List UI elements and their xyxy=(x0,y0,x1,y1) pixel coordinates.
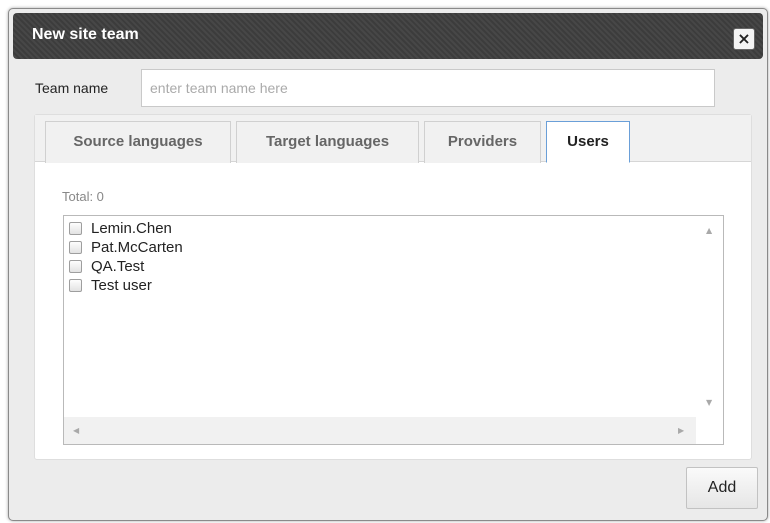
users-list: Lemin.Chen Pat.McCarten QA.Test Test use… xyxy=(64,219,183,295)
users-listbox[interactable]: Lemin.Chen Pat.McCarten QA.Test Test use… xyxy=(63,215,724,445)
checkbox-icon[interactable] xyxy=(69,222,82,235)
vertical-scrollbar[interactable]: ▲ ▼ xyxy=(696,216,723,418)
tab-users[interactable]: Users xyxy=(546,121,630,163)
dialog-title: New site team xyxy=(32,26,139,43)
list-item[interactable]: QA.Test xyxy=(64,257,183,276)
scrollbar-corner xyxy=(696,417,723,444)
checkbox-icon[interactable] xyxy=(69,241,82,254)
tab-panel: Source languages Target languages Provid… xyxy=(34,114,752,460)
list-item[interactable]: Pat.McCarten xyxy=(64,238,183,257)
scroll-up-icon[interactable]: ▲ xyxy=(706,226,712,236)
checkbox-icon[interactable] xyxy=(69,279,82,292)
user-label: Lemin.Chen xyxy=(91,220,172,237)
new-site-team-dialog: New site team × Team name Source languag… xyxy=(8,8,768,521)
tab-target-languages[interactable]: Target languages xyxy=(236,121,419,163)
team-name-label: Team name xyxy=(35,80,109,96)
tab-bar: Source languages Target languages Provid… xyxy=(35,115,751,163)
user-label: Pat.McCarten xyxy=(91,239,183,256)
dialog-titlebar[interactable]: New site team × xyxy=(13,13,763,59)
list-item[interactable]: Lemin.Chen xyxy=(64,219,183,238)
user-label: QA.Test xyxy=(91,258,145,275)
tab-source-languages[interactable]: Source languages xyxy=(45,121,231,163)
scroll-left-icon[interactable]: ◀ xyxy=(73,426,79,436)
scroll-down-icon[interactable]: ▼ xyxy=(706,398,712,408)
horizontal-scrollbar[interactable]: ◀ ▶ xyxy=(64,417,697,444)
tab-providers[interactable]: Providers xyxy=(424,121,541,163)
users-total: Total: 0 xyxy=(62,189,104,204)
team-name-input[interactable] xyxy=(141,69,715,107)
list-item[interactable]: Test user xyxy=(64,276,183,295)
checkbox-icon[interactable] xyxy=(69,260,82,273)
user-label: Test user xyxy=(91,277,152,294)
scroll-right-icon[interactable]: ▶ xyxy=(678,426,684,436)
add-button[interactable]: Add xyxy=(686,467,758,509)
close-icon[interactable]: × xyxy=(733,28,755,50)
